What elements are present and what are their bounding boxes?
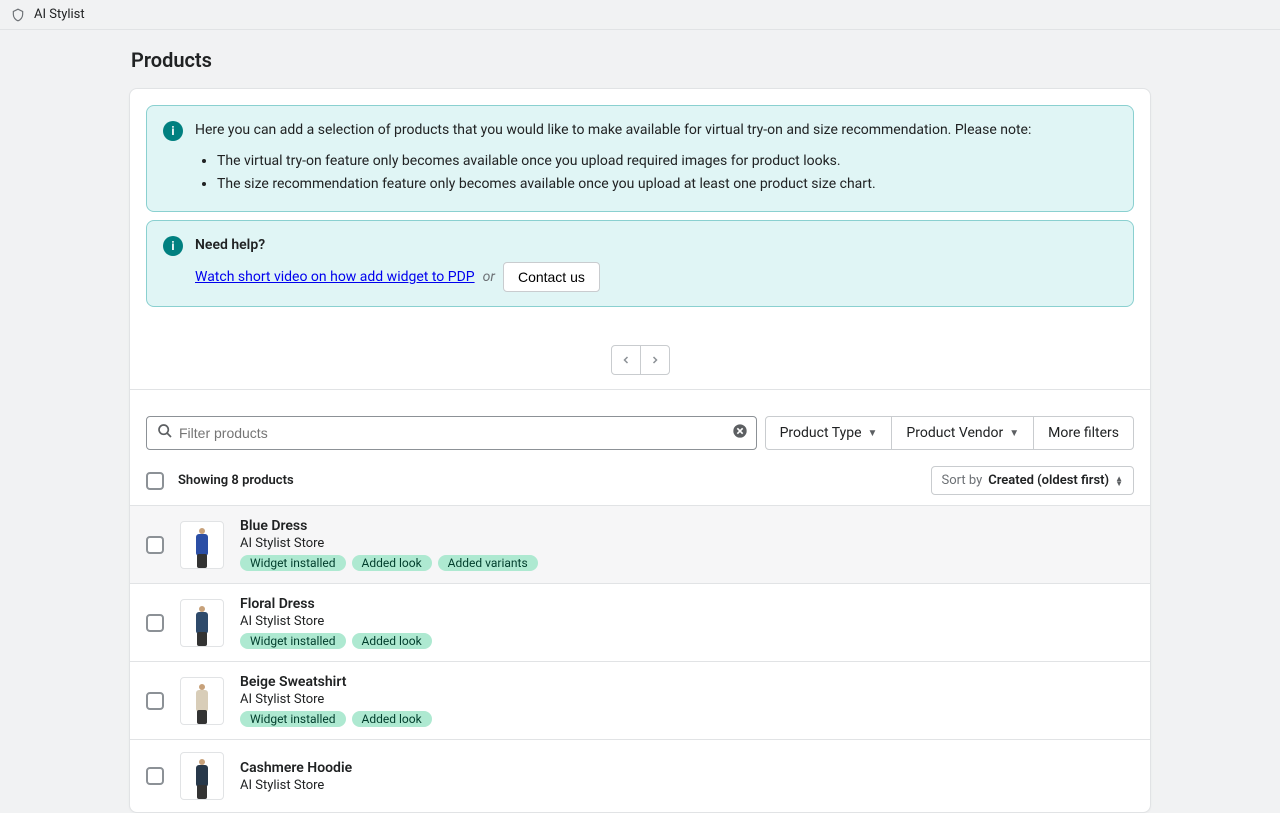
info-icon: i [163,121,183,141]
sort-caret-icon: ▲▼ [1115,476,1123,486]
product-vendor: AI Stylist Store [240,536,1134,551]
prev-page-button[interactable] [611,345,641,375]
product-vendor: AI Stylist Store [240,692,1134,707]
search-input[interactable] [147,417,756,449]
product-row[interactable]: Cashmere Hoodie AI Stylist Store [130,739,1150,812]
info-banner-bullet: The size recommendation feature only bec… [217,174,1117,195]
product-list: Blue Dress AI Stylist Store Widget install… [130,505,1150,812]
or-text: or [483,267,495,288]
info-icon: i [163,236,183,256]
product-vendor: AI Stylist Store [240,778,1134,793]
product-name: Beige Sweatshirt [240,674,1134,690]
row-checkbox[interactable] [146,767,164,785]
clear-search-icon[interactable] [732,423,748,443]
row-checkbox[interactable] [146,692,164,710]
sort-button[interactable]: Sort by Created (oldest first) ▲▼ [931,466,1135,495]
app-logo-icon [10,7,26,23]
product-tag: Added variants [438,555,538,571]
filter-row: Product Type ▼ Product Vendor ▼ More fil… [130,390,1150,466]
info-banner-bullet: The virtual try-on feature only becomes … [217,151,1117,172]
product-name: Floral Dress [240,596,1134,612]
product-name: Cashmere Hoodie [240,760,1134,776]
meta-row: Showing 8 products Sort by Created (olde… [130,466,1150,505]
product-tag: Widget installed [240,711,346,727]
product-name: Blue Dress [240,518,1134,534]
product-thumbnail [180,752,224,800]
caret-down-icon: ▼ [1009,428,1019,439]
product-tag: Widget installed [240,555,346,571]
product-tag: Added look [352,711,432,727]
row-checkbox[interactable] [146,614,164,632]
search-icon [157,423,173,443]
contact-us-button[interactable]: Contact us [503,262,600,292]
product-tag: Added look [352,633,432,649]
info-banner: i Here you can add a selection of produc… [146,105,1134,212]
main-card: i Here you can add a selection of produc… [129,88,1151,813]
topbar: AI Stylist [0,0,1280,30]
page-title: Products [129,48,1151,88]
more-filters-button[interactable]: More filters [1033,416,1134,450]
watch-video-link[interactable]: Watch short video on how add widget to P… [195,267,475,288]
product-tag: Widget installed [240,633,346,649]
product-thumbnail [180,599,224,647]
product-thumbnail [180,677,224,725]
product-type-filter[interactable]: Product Type ▼ [765,416,893,450]
caret-down-icon: ▼ [868,428,878,439]
info-banner-text: Here you can add a selection of products… [195,120,1117,141]
showing-count: Showing 8 products [178,473,294,488]
help-banner: i Need help? Watch short video on how ad… [146,220,1134,307]
product-row[interactable]: Floral Dress AI Stylist Store Widget insta… [130,583,1150,661]
product-tag: Added look [352,555,432,571]
app-title: AI Stylist [34,7,85,22]
product-thumbnail [180,521,224,569]
product-vendor-filter[interactable]: Product Vendor ▼ [891,416,1034,450]
product-row[interactable]: Beige Sweatshirt AI Stylist Store Widget i… [130,661,1150,739]
product-row[interactable]: Blue Dress AI Stylist Store Widget install… [130,505,1150,583]
next-page-button[interactable] [640,345,670,375]
search-input-wrap[interactable] [146,416,757,450]
product-vendor: AI Stylist Store [240,614,1134,629]
select-all-checkbox[interactable] [146,472,164,490]
row-checkbox[interactable] [146,536,164,554]
help-banner-title: Need help? [195,235,1117,256]
pagination [130,331,1150,389]
